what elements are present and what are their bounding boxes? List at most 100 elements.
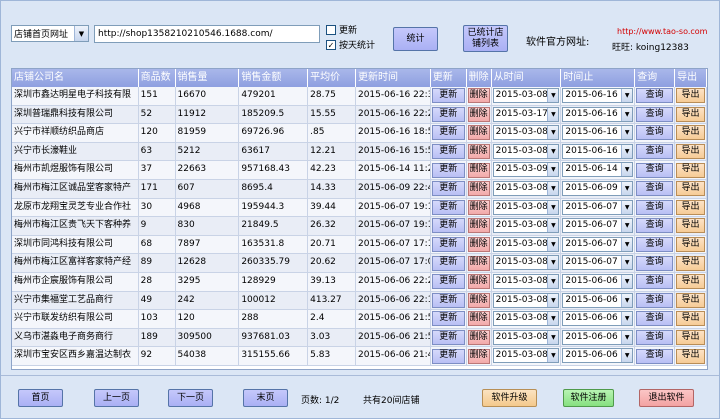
to-date-select[interactable]: 2015-06-16 ▼ <box>562 106 634 122</box>
row-query-button[interactable]: 查询 <box>636 181 674 197</box>
prev-page-button[interactable]: 上一页 <box>94 389 139 407</box>
row-query-button[interactable]: 查询 <box>636 255 674 271</box>
to-date-select[interactable]: 2015-06-06 ▼ <box>562 348 634 364</box>
shop-url-input[interactable]: http://shop1358210210546.1688.com/ <box>94 25 320 43</box>
daily-stats-checkbox[interactable]: ✓ 按天统计 <box>326 38 375 51</box>
to-date-select[interactable]: 2015-06-06 ▼ <box>562 292 634 308</box>
row-update-button[interactable]: 更新 <box>431 237 465 253</box>
first-page-button[interactable]: 首页 <box>18 389 63 407</box>
update-checkbox-box[interactable] <box>326 24 336 35</box>
row-delete-button[interactable]: 删除 <box>467 144 490 160</box>
from-date-select[interactable]: 2015-03-08 ▼ <box>492 199 560 215</box>
row-delete-button[interactable]: 删除 <box>467 255 490 271</box>
row-update-button[interactable]: 更新 <box>431 162 465 178</box>
row-update-button[interactable]: 更新 <box>431 125 465 141</box>
row-query-button[interactable]: 查询 <box>636 348 674 364</box>
row-delete-button[interactable]: 删除 <box>467 237 490 253</box>
to-date-select[interactable]: 2015-06-16 ▼ <box>562 125 634 141</box>
row-export-button[interactable]: 导出 <box>676 218 705 234</box>
row-export-button[interactable]: 导出 <box>676 311 705 327</box>
from-date-select[interactable]: 2015-03-17 ▼ <box>492 106 560 122</box>
row-export-button[interactable]: 导出 <box>676 199 705 215</box>
from-date-select[interactable]: 2015-03-08 ▼ <box>492 273 560 289</box>
row-export-button[interactable]: 导出 <box>676 106 705 122</box>
to-date-select[interactable]: 2015-06-14 ▼ <box>562 162 634 178</box>
row-update-button[interactable]: 更新 <box>431 144 465 160</box>
row-export-button[interactable]: 导出 <box>676 348 705 364</box>
row-export-button[interactable]: 导出 <box>676 88 705 104</box>
row-query-button[interactable]: 查询 <box>636 162 674 178</box>
row-update-button[interactable]: 更新 <box>431 106 465 122</box>
row-delete-button[interactable]: 删除 <box>467 274 490 290</box>
row-query-button[interactable]: 查询 <box>636 88 674 104</box>
row-update-button[interactable]: 更新 <box>431 330 465 346</box>
from-date-select[interactable]: 2015-03-08 ▼ <box>492 125 560 141</box>
row-export-button[interactable]: 导出 <box>676 274 705 290</box>
next-page-button[interactable]: 下一页 <box>168 389 213 407</box>
last-page-button[interactable]: 末页 <box>243 389 288 407</box>
to-date-select[interactable]: 2015-06-06 ▼ <box>562 273 634 289</box>
from-date-select[interactable]: 2015-03-08 ▼ <box>492 292 560 308</box>
row-delete-button[interactable]: 删除 <box>467 88 490 104</box>
row-delete-button[interactable]: 删除 <box>467 106 490 122</box>
from-date-select[interactable]: 2015-03-08 ▼ <box>492 236 560 252</box>
stats-button[interactable]: 统计 <box>393 27 438 51</box>
from-date-select[interactable]: 2015-03-08 ▼ <box>492 311 560 327</box>
row-delete-button[interactable]: 删除 <box>467 162 490 178</box>
row-delete-button[interactable]: 删除 <box>467 348 490 364</box>
row-query-button[interactable]: 查询 <box>636 218 674 234</box>
from-date-select[interactable]: 2015-03-08 ▼ <box>492 88 560 103</box>
row-export-button[interactable]: 导出 <box>676 237 705 253</box>
row-query-button[interactable]: 查询 <box>636 274 674 290</box>
row-query-button[interactable]: 查询 <box>636 144 674 160</box>
from-date-select[interactable]: 2015-03-08 ▼ <box>492 143 560 159</box>
row-query-button[interactable]: 查询 <box>636 311 674 327</box>
from-date-select[interactable]: 2015-03-08 ▼ <box>492 329 560 345</box>
to-date-select[interactable]: 2015-06-07 ▼ <box>562 255 634 271</box>
row-delete-button[interactable]: 删除 <box>467 218 490 234</box>
row-delete-button[interactable]: 删除 <box>467 330 490 346</box>
row-export-button[interactable]: 导出 <box>676 125 705 141</box>
to-date-select[interactable]: 2015-06-06 ▼ <box>562 311 634 327</box>
daily-stats-checkbox-box[interactable]: ✓ <box>326 39 336 50</box>
from-date-select[interactable]: 2015-03-08 ▼ <box>492 255 560 271</box>
exit-button[interactable]: 退出软件 <box>639 389 694 407</box>
row-query-button[interactable]: 查询 <box>636 330 674 346</box>
from-date-select[interactable]: 2015-03-08 ▼ <box>492 180 560 196</box>
from-date-select[interactable]: 2015-03-08 ▼ <box>492 348 560 364</box>
to-date-select[interactable]: 2015-06-16 ▼ <box>562 143 634 159</box>
row-update-button[interactable]: 更新 <box>431 181 465 197</box>
row-delete-button[interactable]: 删除 <box>467 125 490 141</box>
row-export-button[interactable]: 导出 <box>676 162 705 178</box>
stored-shops-list-button[interactable]: 已统计店 铺列表 <box>463 25 508 52</box>
to-date-select[interactable]: 2015-06-09 ▼ <box>562 180 634 196</box>
row-update-button[interactable]: 更新 <box>431 311 465 327</box>
register-button[interactable]: 软件注册 <box>563 389 614 407</box>
row-query-button[interactable]: 查询 <box>636 106 674 122</box>
to-date-select[interactable]: 2015-06-07 ▼ <box>562 236 634 252</box>
row-update-button[interactable]: 更新 <box>431 255 465 271</box>
to-date-select[interactable]: 2015-06-07 ▼ <box>562 199 634 215</box>
row-export-button[interactable]: 导出 <box>676 144 705 160</box>
official-site-url[interactable]: http://www.tao-so.com <box>617 27 707 36</box>
url-type-select[interactable]: 店铺首页网址 ▼ <box>11 25 89 42</box>
row-update-button[interactable]: 更新 <box>431 348 465 364</box>
row-export-button[interactable]: 导出 <box>676 330 705 346</box>
row-delete-button[interactable]: 删除 <box>467 199 490 215</box>
row-update-button[interactable]: 更新 <box>431 199 465 215</box>
row-query-button[interactable]: 查询 <box>636 125 674 141</box>
row-query-button[interactable]: 查询 <box>636 199 674 215</box>
row-delete-button[interactable]: 删除 <box>467 311 490 327</box>
row-query-button[interactable]: 查询 <box>636 237 674 253</box>
row-update-button[interactable]: 更新 <box>431 88 465 104</box>
to-date-select[interactable]: 2015-06-16 ▼ <box>562 88 634 103</box>
row-export-button[interactable]: 导出 <box>676 181 705 197</box>
update-checkbox[interactable]: 更新 <box>326 23 357 36</box>
row-query-button[interactable]: 查询 <box>636 292 674 308</box>
from-date-select[interactable]: 2015-03-09 ▼ <box>492 162 560 178</box>
row-delete-button[interactable]: 删除 <box>467 181 490 197</box>
from-date-select[interactable]: 2015-03-08 ▼ <box>492 218 560 234</box>
row-delete-button[interactable]: 删除 <box>467 292 490 308</box>
row-update-button[interactable]: 更新 <box>431 274 465 290</box>
row-update-button[interactable]: 更新 <box>431 292 465 308</box>
